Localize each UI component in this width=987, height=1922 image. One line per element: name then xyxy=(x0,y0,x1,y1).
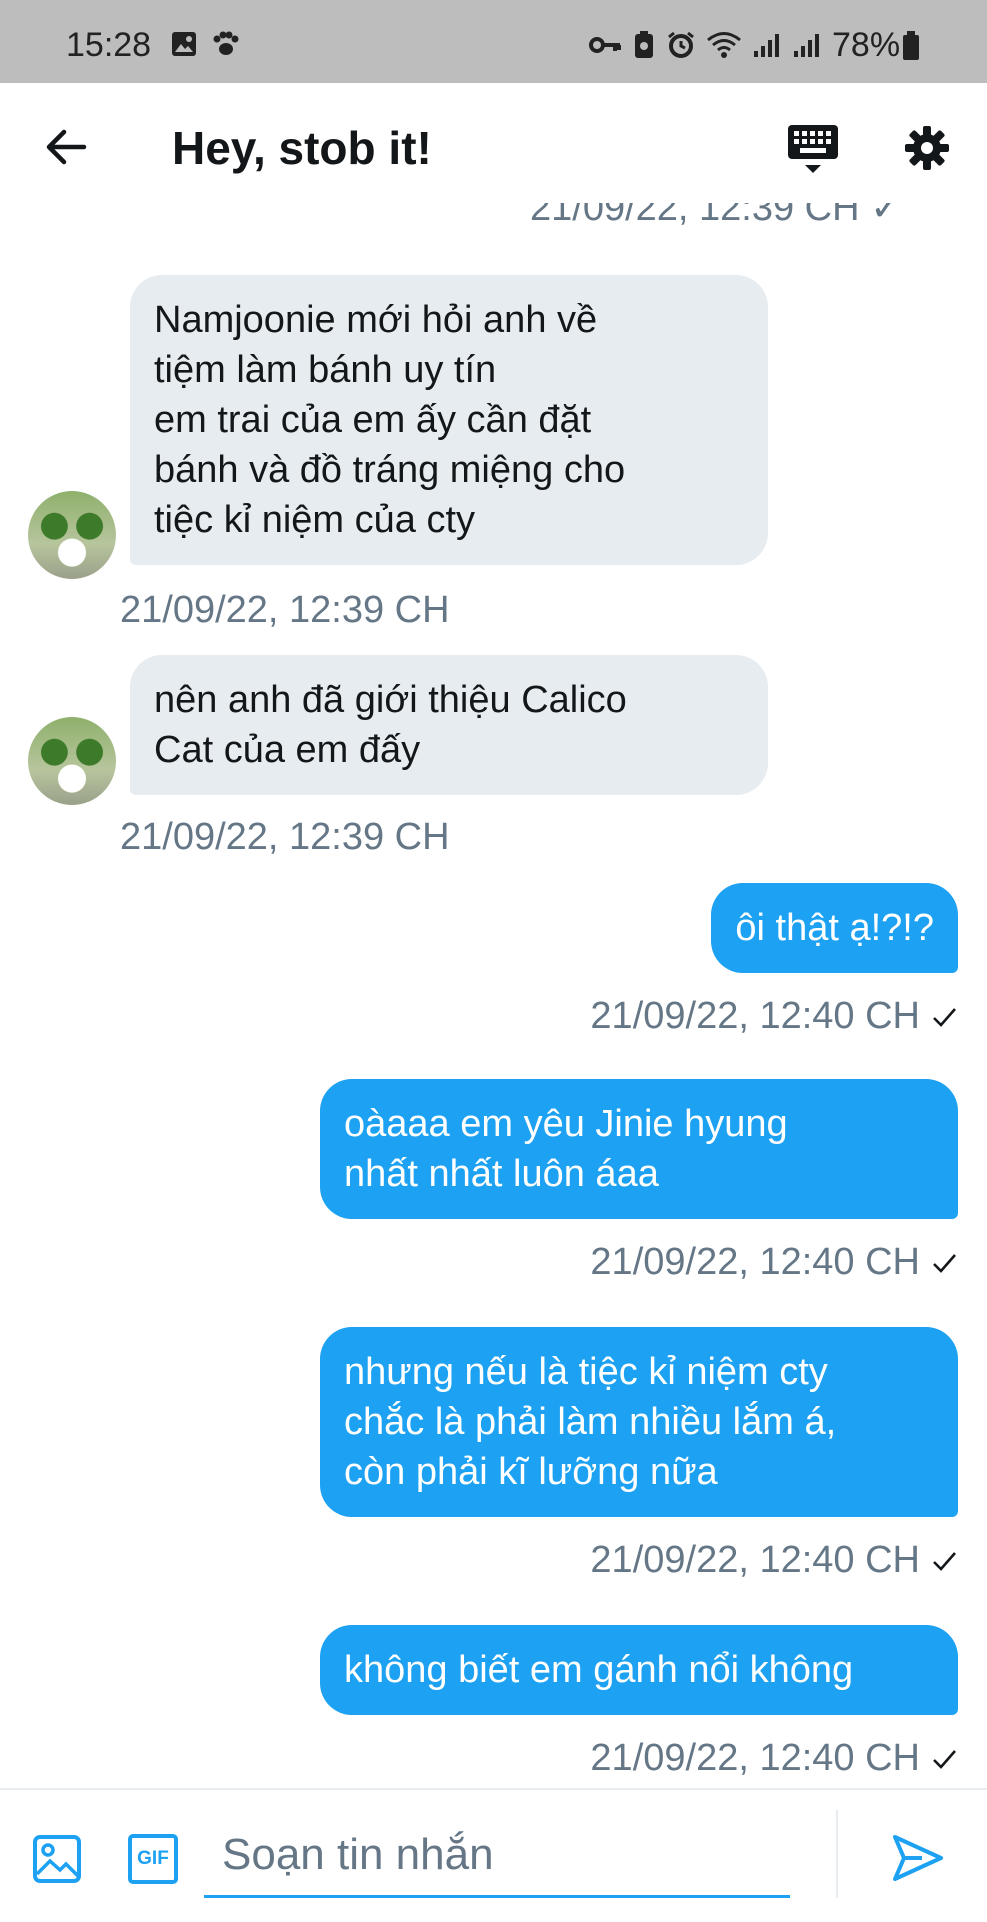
wifi-icon xyxy=(707,32,741,58)
check-icon xyxy=(933,1007,956,1027)
message-timestamp: 21/09/22, 12:39 CH ✓ xyxy=(530,203,902,229)
message-timestamp: 21/09/22, 12:39 CH xyxy=(120,589,450,631)
message-bubble-outgoing[interactable]: ôi thật ạ!?!? xyxy=(711,883,958,973)
signal-strength-icon xyxy=(754,34,779,57)
gif-icon[interactable]: GIF xyxy=(128,1834,178,1884)
message-bubble-outgoing[interactable]: nhưng nếu là tiệc kỉ niệm cty chắc là ph… xyxy=(320,1327,958,1517)
message-timestamp: 21/09/22, 12:40 CH xyxy=(590,995,958,1038)
gear-icon[interactable] xyxy=(904,125,950,171)
avatar[interactable] xyxy=(28,491,116,579)
battery-icon xyxy=(903,31,919,60)
check-icon xyxy=(933,1749,956,1769)
check-icon xyxy=(933,1253,956,1273)
message-timestamp: 21/09/22, 12:40 CH xyxy=(590,1241,958,1284)
alarm-icon xyxy=(668,31,694,58)
keyboard-icon[interactable] xyxy=(786,123,840,177)
conversation-title: Hey, stob it! xyxy=(172,122,432,174)
status-bar: 15:28 78% xyxy=(0,0,987,83)
message-list[interactable]: 21/09/22, 12:39 CH ✓ Namjoonie mới hỏi a… xyxy=(0,203,987,1788)
conversation-header: Hey, stob it! xyxy=(0,83,987,203)
image-icon[interactable] xyxy=(32,1834,82,1884)
paw-notification-icon xyxy=(213,31,239,55)
avatar[interactable] xyxy=(28,717,116,805)
status-time: 15:28 xyxy=(66,26,152,64)
gallery-notification-icon xyxy=(172,32,196,56)
message-composer: GIF xyxy=(0,1788,987,1922)
message-bubble-incoming[interactable]: Namjoonie mới hỏi anh về tiệm làm bánh u… xyxy=(130,275,768,565)
battery-percentage: 78% xyxy=(832,26,901,64)
message-input[interactable] xyxy=(204,1814,790,1898)
battery-saver-icon xyxy=(635,31,653,58)
divider xyxy=(836,1810,838,1898)
vpn-key-icon xyxy=(589,37,621,53)
signal-strength-icon-2 xyxy=(794,34,819,57)
arrow-left-icon[interactable] xyxy=(44,127,88,167)
message-bubble-outgoing[interactable]: oàaaa em yêu Jinie hyung nhất nhất luôn … xyxy=(320,1079,958,1219)
message-timestamp: 21/09/22, 12:40 CH xyxy=(590,1737,958,1780)
check-icon xyxy=(933,1551,956,1571)
message-bubble-outgoing[interactable]: không biết em gánh nổi không xyxy=(320,1625,958,1715)
message-bubble-incoming[interactable]: nên anh đã giới thiệu Calico Cat của em … xyxy=(130,655,768,795)
send-icon[interactable] xyxy=(892,1834,944,1882)
message-timestamp: 21/09/22, 12:39 CH xyxy=(120,816,450,858)
message-timestamp: 21/09/22, 12:40 CH xyxy=(590,1539,958,1582)
